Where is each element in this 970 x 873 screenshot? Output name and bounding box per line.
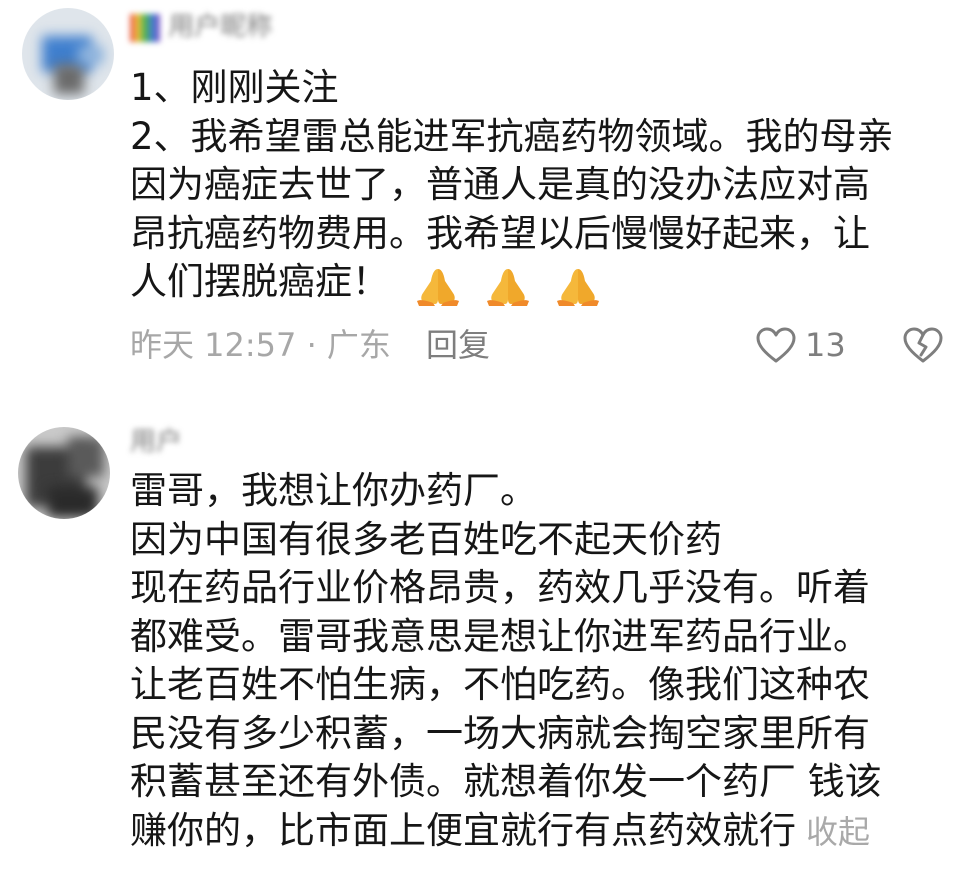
broken-heart-icon[interactable]	[902, 324, 944, 366]
username[interactable]: 用户	[130, 425, 200, 459]
user-avatar[interactable]	[18, 427, 110, 519]
comment-line: 民没有多少积蓄，一场大病就会掏空家里所有	[130, 711, 870, 755]
user-avatar[interactable]	[22, 8, 114, 100]
collapse-link[interactable]: 收起	[806, 813, 870, 851]
comment-timestamp: 昨天 12:57 · 广东	[130, 326, 391, 364]
heart-outline-icon	[756, 327, 796, 363]
comment-line-last: 赚你的，比市面上便宜就行有点药效就行 收起	[130, 807, 950, 857]
comment-line: 都难受。雷哥我意思是想让你进军药品行业。	[130, 614, 870, 658]
comment-line: 昂抗癌药物费用。我希望以后慢慢好起来，让	[130, 211, 870, 255]
comment-line: 积蓄甚至还有外债。就想着你发一个药厂 钱该	[130, 760, 882, 803]
comment-line: 2、我希望雷总能进军抗癌药物领域。我的母亲	[130, 114, 894, 158]
like-button[interactable]: 13	[755, 322, 846, 368]
comment-meta-row: 昨天 12:57 · 广东 回复 13	[130, 322, 950, 368]
reply-button[interactable]: 回复	[426, 322, 490, 368]
comment-body: 1、刚刚关注 2、我希望雷总能进军抗癌药物领域。我的母亲 因为癌症去世了，普通人…	[130, 64, 950, 308]
like-count: 13	[805, 326, 846, 364]
comment-body: 雷哥，我想让你办药厂。 因为中国有很多老百姓吃不起天价药 现在药品行业价格昂贵，…	[130, 467, 950, 856]
comment-line: 因为癌症去世了，普通人是真的没办法应对高	[130, 163, 870, 206]
comment-item-2: 用户 雷哥，我想让你办药厂。 因为中国有很多老百姓吃不起天价药 现在药品行业价格…	[0, 405, 970, 873]
comment-line-text: 赚你的，比市面上便宜就行有点药效就行	[130, 808, 796, 852]
comment-line: 雷哥，我想让你办药厂。	[130, 469, 537, 512]
comment-line: 让老百姓不怕生病，不怕吃药。像我们这种农	[130, 663, 870, 706]
comment-line: 因为中国有很多老百姓吃不起天价药	[130, 517, 722, 561]
folded-hands-emoji	[417, 268, 459, 306]
comment-line: 现在药品行业价格昂贵，药效几乎没有。听着	[130, 566, 870, 609]
comment-item-1: 用户昵称 1、刚刚关注 2、我希望雷总能进军抗癌药物领域。我的母亲 因为癌症去世…	[0, 0, 970, 400]
username[interactable]: 用户昵称	[130, 10, 350, 44]
comment-line-last: 人们摆脱癌症！	[130, 258, 950, 308]
comment-line-text: 人们摆脱癌症！	[130, 260, 389, 303]
folded-hands-emoji	[486, 268, 529, 306]
folded-hands-emoji-group	[411, 259, 609, 308]
comment-line: 1、刚刚关注	[130, 66, 339, 109]
folded-hands-emoji	[556, 268, 599, 306]
